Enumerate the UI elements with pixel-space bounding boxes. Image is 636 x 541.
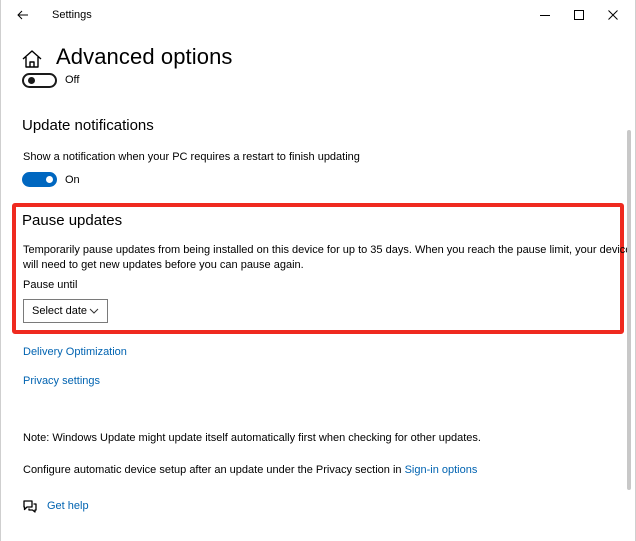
close-button[interactable] bbox=[599, 4, 627, 26]
pause-updates-heading: Pause updates bbox=[22, 212, 123, 229]
back-button[interactable] bbox=[11, 4, 35, 26]
restart-notification-toggle-label: On bbox=[65, 174, 80, 186]
toggle-knob bbox=[46, 176, 53, 183]
title-bar: Settings bbox=[1, 0, 636, 32]
chevron-down-icon bbox=[89, 308, 99, 314]
maximize-icon bbox=[574, 10, 584, 20]
settings-window: Settings Advanced options Off Update not… bbox=[0, 0, 636, 541]
vertical-scrollbar[interactable] bbox=[627, 130, 631, 490]
back-arrow-icon bbox=[17, 10, 28, 20]
toggle-knob bbox=[28, 77, 35, 84]
top-toggle-label: Off bbox=[65, 74, 80, 86]
get-help-link[interactable]: Get help bbox=[47, 500, 89, 512]
pause-until-dropdown-value: Select date bbox=[32, 305, 88, 317]
restart-notification-toggle[interactable] bbox=[22, 172, 57, 187]
sign-in-options-link[interactable]: Sign-in options bbox=[405, 464, 478, 476]
privacy-settings-link[interactable]: Privacy settings bbox=[23, 375, 100, 387]
minimize-icon bbox=[540, 15, 550, 16]
pause-until-dropdown[interactable]: Select date bbox=[23, 299, 108, 323]
close-icon bbox=[608, 10, 618, 20]
delivery-optimization-link[interactable]: Delivery Optimization bbox=[23, 346, 127, 358]
configure-setup-text-row: Configure automatic device setup after a… bbox=[23, 462, 477, 478]
home-icon[interactable] bbox=[21, 49, 43, 69]
update-notifications-description: Show a notification when your PC require… bbox=[23, 151, 360, 163]
page-title: Advanced options bbox=[56, 44, 233, 69]
window-title: Settings bbox=[52, 9, 92, 21]
pause-until-label: Pause until bbox=[23, 279, 78, 291]
chat-help-icon bbox=[23, 500, 37, 513]
maximize-button[interactable] bbox=[565, 4, 593, 26]
configure-setup-text: Configure automatic device setup after a… bbox=[23, 464, 402, 476]
pause-updates-description-line1: Temporarily pause updates from being ins… bbox=[23, 244, 632, 256]
pause-updates-description-line2: will need to get new updates before you … bbox=[23, 259, 304, 271]
minimize-button[interactable] bbox=[531, 4, 559, 26]
top-toggle-switch[interactable] bbox=[22, 73, 57, 88]
update-notifications-heading: Update notifications bbox=[22, 117, 154, 134]
windows-update-note: Note: Windows Update might update itself… bbox=[23, 432, 481, 444]
